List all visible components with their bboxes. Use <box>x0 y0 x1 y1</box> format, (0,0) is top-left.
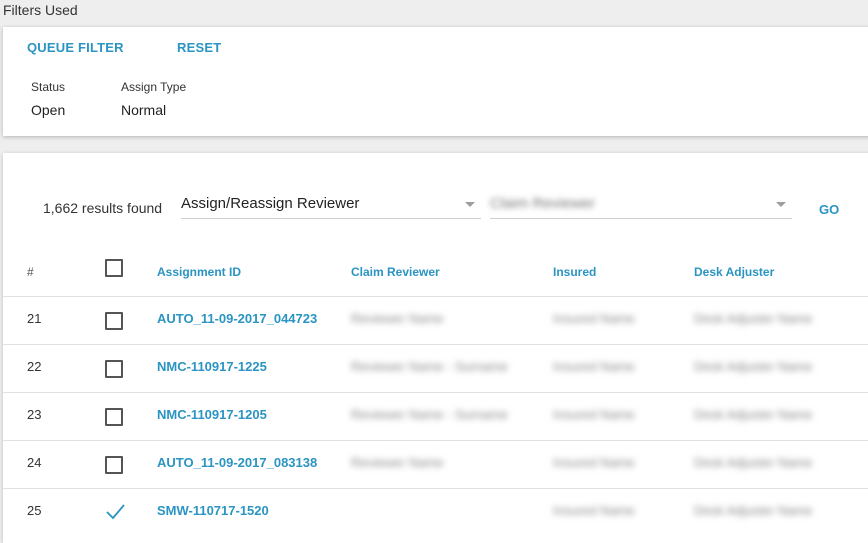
assignment-id-link[interactable]: AUTO_11-09-2017_083138 <box>157 455 317 470</box>
go-button[interactable]: GO <box>819 202 839 217</box>
insured-cell: Insured Name <box>553 455 635 470</box>
insured-cell: Insured Name <box>553 359 635 374</box>
row-number: 23 <box>27 407 42 422</box>
row-checkbox[interactable] <box>105 360 123 378</box>
row-number: 25 <box>27 503 42 518</box>
table-row: 21 AUTO_11-09-2017_044723 Reviewer Name Ins… <box>3 296 868 345</box>
desk-adjuster-cell: Desk Adjuster Name <box>694 503 813 518</box>
table-row: 22 NMC-110917-1225 Reviewer Name - Surname… <box>3 344 868 393</box>
row-number: 22 <box>27 359 42 374</box>
action-select-value: Assign/Reassign Reviewer <box>181 195 360 212</box>
insured-cell: Insured Name <box>553 311 635 326</box>
filter-assign-type-label: Assign Type <box>121 80 187 94</box>
table-row: 24 AUTO_11-09-2017_083138 Reviewer Name Ins… <box>3 440 868 489</box>
filter-assign-type-value: Normal <box>121 102 167 118</box>
assignment-id-link[interactable]: AUTO_11-09-2017_044723 <box>157 311 317 326</box>
chevron-down-icon <box>776 202 786 207</box>
table-row: 23 NMC-110917-1205 Reviewer Name - Surname… <box>3 392 868 441</box>
desk-adjuster-cell: Desk Adjuster Name <box>694 455 813 470</box>
filter-status-value: Open <box>31 102 66 118</box>
insured-cell: Insured Name <box>553 503 635 518</box>
select-all-checkbox[interactable] <box>105 259 123 277</box>
reset-button[interactable]: RESET <box>177 40 221 55</box>
queue-filter-button[interactable]: QUEUE FILTER <box>27 40 124 55</box>
row-number: 24 <box>27 455 42 470</box>
action-select[interactable]: Assign/Reassign Reviewer <box>181 190 481 219</box>
assignment-id-link[interactable]: SMW-110717-1520 <box>157 503 269 518</box>
desk-adjuster-cell: Desk Adjuster Name <box>694 311 813 326</box>
desk-adjuster-cell: Desk Adjuster Name <box>694 407 813 422</box>
filter-card: QUEUE FILTER RESET Status Open Assign Ty… <box>3 27 868 136</box>
assignment-id-link[interactable]: NMC-110917-1225 <box>157 359 267 374</box>
column-header-num: # <box>27 265 34 279</box>
claim-reviewer-cell: Reviewer Name - Surname <box>351 407 508 422</box>
row-checkbox[interactable] <box>105 456 123 474</box>
reviewer-select-value: Claim Reviewer <box>490 195 596 212</box>
column-header-claim-reviewer[interactable]: Claim Reviewer <box>351 265 440 279</box>
column-header-assignment-id[interactable]: Assignment ID <box>157 265 241 279</box>
claim-reviewer-cell: Reviewer Name - Surname <box>351 359 508 374</box>
checkmark-icon[interactable] <box>105 503 125 521</box>
assignment-id-link[interactable]: NMC-110917-1205 <box>157 407 267 422</box>
insured-cell: Insured Name <box>553 407 635 422</box>
reviewer-select[interactable]: Claim Reviewer <box>490 190 792 219</box>
row-checkbox[interactable] <box>105 312 123 330</box>
claim-reviewer-cell: Reviewer Name <box>351 311 444 326</box>
filters-heading: Filters Used <box>3 2 78 18</box>
column-header-insured[interactable]: Insured <box>553 265 596 279</box>
row-checkbox[interactable] <box>105 408 123 426</box>
desk-adjuster-cell: Desk Adjuster Name <box>694 359 813 374</box>
row-number: 21 <box>27 311 42 326</box>
results-count: 1,662 results found <box>43 200 163 216</box>
chevron-down-icon <box>465 202 475 207</box>
results-card: 1,662 results found Assign/Reassign Revi… <box>3 153 868 543</box>
claim-reviewer-cell: Reviewer Name <box>351 455 444 470</box>
column-header-desk-adjuster[interactable]: Desk Adjuster <box>694 265 774 279</box>
filter-status-label: Status <box>31 80 66 94</box>
table-row: 25 SMW-110717-1520 Insured Name Desk Adjust… <box>3 488 868 537</box>
